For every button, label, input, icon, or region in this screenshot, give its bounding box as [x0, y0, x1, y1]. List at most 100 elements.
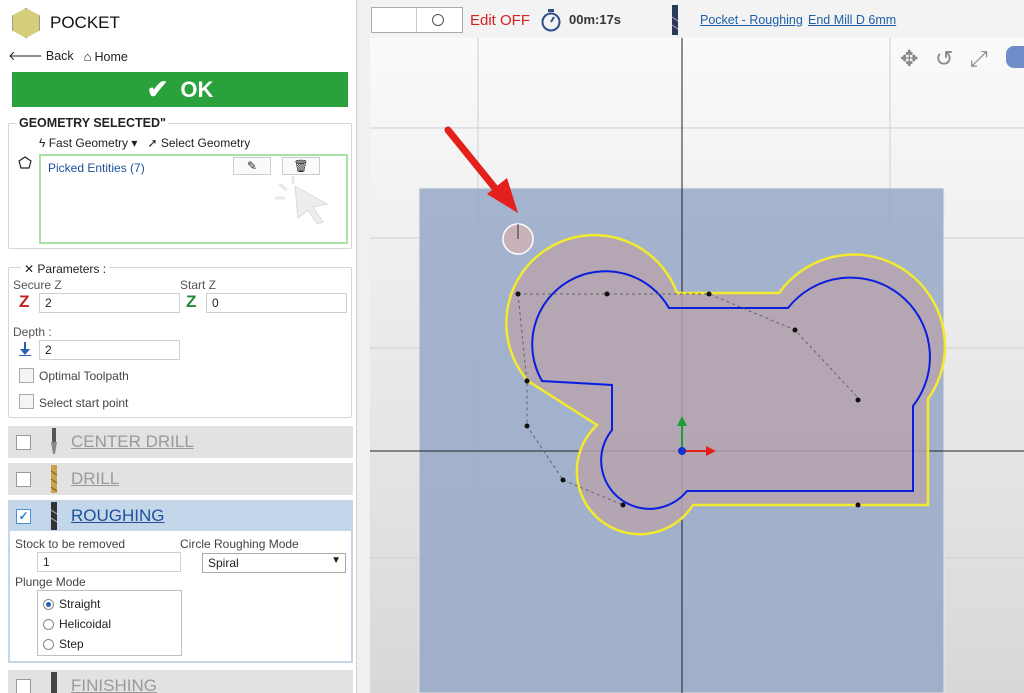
tool-drill[interactable]: DRILL: [8, 463, 353, 495]
back-label: Back: [45, 49, 74, 63]
drill-label[interactable]: DRILL: [71, 469, 119, 489]
plunge-helicoidal-label: Helicoidal: [59, 617, 112, 631]
depth-input[interactable]: 2: [39, 340, 180, 360]
delete-entities-button[interactable]: 🗑: [282, 157, 320, 175]
tool-roughing[interactable]: ✓ ROUGHING: [8, 500, 353, 532]
z-green-icon: Z: [186, 292, 197, 311]
nav-row: 🡐 Back ⌂ Home: [8, 48, 128, 64]
stock-input[interactable]: 1: [37, 552, 181, 572]
cad-viewport[interactable]: ✥ ↺ ⤢: [370, 38, 1024, 693]
roughing-checkbox[interactable]: ✓: [16, 508, 31, 524]
panel-header: POCKET: [12, 8, 120, 38]
pocket-hexagon-icon: [12, 8, 40, 38]
view-cube-icon[interactable]: [1006, 46, 1024, 68]
caret-down-icon: ▼: [331, 555, 341, 566]
pencil-icon: ✎: [246, 159, 258, 173]
finishing-mill-icon: [51, 672, 57, 693]
plunge-options: Straight Helicoidal Step: [37, 590, 182, 656]
tool-link[interactable]: End Mill D 6mm: [808, 13, 896, 27]
home-link[interactable]: ⌂ Home: [84, 49, 128, 64]
checkmark-icon: ✔: [146, 74, 169, 104]
plunge-helicoidal-radio[interactable]: Helicoidal: [43, 617, 111, 631]
parameters-title: ✕ Parameters :: [21, 262, 110, 276]
circle-mode-select[interactable]: Spiral ▼: [202, 553, 346, 573]
edit-entities-button[interactable]: ✎: [233, 157, 271, 175]
secure-z-label: Secure Z: [13, 278, 62, 292]
tool-finishing[interactable]: FINISHING: [8, 670, 353, 693]
plunge-label: Plunge Mode: [15, 575, 86, 589]
optimal-toolpath-label: Optimal Toolpath: [39, 369, 129, 383]
toggle-knob: [432, 14, 444, 26]
drill-bit-icon: [50, 465, 58, 493]
optimal-toolpath-checkbox[interactable]: [19, 368, 34, 383]
home-icon: ⌂: [83, 48, 92, 64]
picked-entities-label: Picked Entities (7): [48, 161, 145, 175]
finishing-checkbox[interactable]: [16, 678, 31, 693]
end-mill-icon: [671, 5, 679, 35]
parameters-section: ✕ Parameters : Secure Z Z 2 Start Z Z 0 …: [8, 262, 352, 418]
pointer-hint-icon: [275, 176, 329, 224]
center-drill-icon: [51, 428, 57, 454]
start-z-input[interactable]: 0: [206, 293, 347, 313]
radio-selected-icon: [43, 598, 54, 610]
circle-mode-label: Circle Roughing Mode: [180, 537, 299, 551]
plunge-step-label: Step: [59, 637, 84, 651]
parameters-title-label: Parameters :: [37, 262, 107, 276]
panel-title: POCKET: [50, 13, 120, 32]
plunge-step-radio[interactable]: Step: [43, 637, 84, 651]
finishing-label[interactable]: FINISHING: [71, 676, 157, 693]
toggle-divider: [416, 8, 417, 32]
operation-link[interactable]: Pocket - Roughing: [700, 13, 803, 27]
roughing-panel: Stock to be removed 1 Circle Roughing Mo…: [8, 531, 353, 663]
start-point-checkbox[interactable]: [19, 394, 34, 409]
depth-arrow-icon: [19, 342, 31, 356]
pan-icon[interactable]: ✥: [900, 46, 918, 72]
polygon-icon: [18, 156, 32, 169]
start-point-label: Select start point: [39, 396, 129, 410]
plunge-straight-label: Straight: [59, 597, 101, 611]
plunge-straight-radio[interactable]: Straight: [43, 597, 100, 611]
left-panel: POCKET 🡐 Back ⌂ Home ✔ OK GEOMETRY SELECTE…: [0, 0, 357, 693]
home-label: Home: [94, 49, 128, 64]
fit-view-icon[interactable]: ⤢: [970, 46, 988, 72]
ok-button[interactable]: ✔ OK: [12, 72, 348, 107]
radio-icon: [43, 618, 54, 630]
select-geometry-button[interactable]: ➚ Select Geometry: [147, 136, 250, 150]
picked-entities-box[interactable]: Picked Entities (7) ✎ 🗑: [39, 154, 348, 244]
geometry-tools: ϟ Fast Geometry ▾ ➚ Select Geometry: [39, 136, 250, 150]
drill-checkbox[interactable]: [16, 471, 31, 487]
center-drill-checkbox[interactable]: [16, 434, 31, 450]
cursor-icon: ➚: [147, 136, 158, 150]
edit-status: Edit OFF: [470, 12, 531, 29]
lightning-icon: ϟ: [39, 136, 46, 150]
top-toolbar: Edit OFF 00m:17s Pocket - Roughing End M…: [370, 0, 1024, 38]
circle-mode-value: Spiral: [208, 556, 239, 570]
tools-icon: ✕: [24, 262, 35, 276]
geometry-title: GEOMETRY SELECTED": [17, 116, 168, 130]
back-link[interactable]: 🡐 Back: [8, 48, 74, 64]
fast-geometry-dropdown[interactable]: ϟ Fast Geometry ▾: [39, 136, 137, 150]
main-area: Edit OFF 00m:17s Pocket - Roughing End M…: [370, 0, 1024, 693]
stock-label: Stock to be removed: [15, 537, 126, 551]
tool-center-drill[interactable]: CENTER DRILL: [8, 426, 353, 458]
select-geometry-label: Select Geometry: [160, 136, 251, 150]
caret-down-icon: ▾: [131, 136, 138, 150]
elapsed-time: 00m:17s: [569, 12, 622, 27]
center-drill-label[interactable]: CENTER DRILL: [71, 432, 194, 452]
end-mill-icon: [50, 502, 58, 530]
fast-geometry-label: Fast Geometry: [48, 136, 129, 150]
arrow-left-icon: 🡐: [8, 48, 43, 63]
z-red-icon: Z: [19, 292, 30, 311]
radio-icon: [43, 638, 54, 650]
geometry-section: GEOMETRY SELECTED" ϟ Fast Geometry ▾ ➚ S…: [8, 116, 352, 249]
rotate-icon[interactable]: ↺: [935, 46, 953, 72]
viewport-canvas[interactable]: [370, 38, 1024, 693]
depth-label: Depth :: [13, 325, 52, 339]
secure-z-input[interactable]: 2: [39, 293, 180, 313]
edit-toggle[interactable]: [371, 7, 463, 33]
trash-icon: 🗑: [293, 159, 309, 173]
start-z-label: Start Z: [180, 278, 217, 292]
stopwatch-icon: [541, 9, 561, 32]
roughing-label[interactable]: ROUGHING: [71, 506, 165, 526]
panel-scroll-gap: [357, 0, 370, 693]
